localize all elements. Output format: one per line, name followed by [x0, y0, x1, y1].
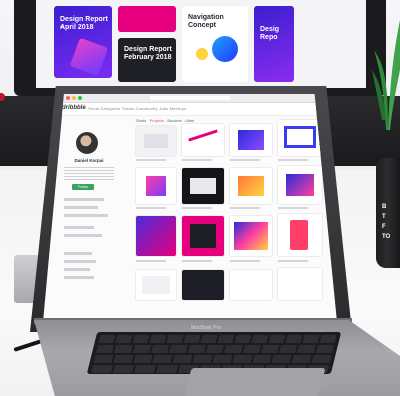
card-illustration: [69, 37, 109, 77]
shot-meta: [136, 260, 166, 262]
profile-link[interactable]: [64, 276, 94, 279]
shot-meta: [278, 260, 308, 262]
shot-meta: [230, 207, 260, 209]
card-title-line2: Concept: [188, 22, 216, 29]
shot-meta: [278, 159, 308, 161]
shot-thumbnail[interactable]: [278, 166, 322, 204]
avatar[interactable]: [76, 132, 98, 154]
shot-meta: [136, 207, 166, 209]
shot-thumbnail[interactable]: [136, 126, 176, 156]
close-dot-icon[interactable]: [66, 96, 70, 100]
shot-thumbnail[interactable]: [230, 168, 272, 204]
shot-thumbnail[interactable]: [278, 268, 322, 300]
shot-thumbnail[interactable]: [136, 270, 176, 300]
shot-thumbnail[interactable]: [230, 270, 272, 300]
key-row: [98, 335, 337, 343]
profile-stat: [64, 206, 98, 209]
card-title-line1: Navigation: [188, 14, 224, 21]
profile-stat: [64, 234, 102, 237]
site-nav-links[interactable]: Shots Designers Teams Community Jobs Mee…: [88, 106, 186, 111]
shot-meta: [182, 159, 212, 161]
external-monitor: Design Report – April 2018 Design Report…: [14, 0, 386, 96]
tab-likes[interactable]: Likes: [185, 118, 194, 123]
design-report-february-card: Design Report – February 2018: [118, 38, 176, 82]
shot-thumbnail[interactable]: [182, 216, 224, 256]
shot-meta: [230, 159, 260, 161]
card-title-line2: April 2018: [60, 24, 94, 31]
photo-scene: Design Report – April 2018 Design Report…: [0, 0, 400, 396]
model-label: MacBook Pro: [191, 325, 222, 331]
key-row: [93, 355, 332, 363]
navigation-concept-card: Navigation Concept: [182, 6, 248, 82]
profile-bio: [64, 167, 114, 181]
laptop-screen: dribbble Shots Designers Teams Community…: [43, 94, 337, 322]
profile-link[interactable]: [64, 260, 96, 263]
shot-meta: [182, 260, 212, 262]
shot-meta: [182, 207, 212, 209]
profile-name[interactable]: Daniel Korpai: [66, 158, 112, 163]
trackpad: [184, 368, 326, 396]
shot-thumbnail[interactable]: [136, 168, 176, 204]
minimize-dot-icon[interactable]: [72, 96, 76, 100]
tab-projects[interactable]: Projects: [150, 118, 164, 123]
plant-leaves: [372, 20, 400, 130]
mug-text-1: B: [382, 204, 387, 210]
follow-button[interactable]: Follow: [72, 184, 94, 190]
profile-link[interactable]: [64, 252, 92, 255]
black-mug: [376, 158, 400, 268]
mug-text-4: TO: [382, 234, 391, 240]
card-title-line2: Repo: [260, 34, 278, 41]
profile-stat: [64, 214, 108, 217]
shot-thumbnail[interactable]: [278, 214, 322, 256]
shot-thumbnail[interactable]: [230, 216, 272, 256]
profile-stat: [64, 198, 104, 201]
profile-sidebar: Daniel Korpai Follow: [60, 122, 118, 312]
profile-stat: [64, 226, 94, 229]
card-title-line1: Desig: [260, 26, 280, 33]
tab-buckets[interactable]: Buckets: [167, 118, 181, 123]
address-bar[interactable]: [150, 96, 230, 100]
shot-thumbnail[interactable]: [278, 120, 322, 156]
shot-meta: [278, 207, 308, 209]
shot-thumbnail[interactable]: [182, 124, 224, 156]
monitor-screen: Design Report – April 2018 Design Report…: [36, 0, 366, 88]
shot-thumbnail[interactable]: [136, 216, 176, 256]
pink-tile: [118, 6, 176, 32]
shot-thumbnail[interactable]: [230, 124, 272, 156]
maximize-dot-icon[interactable]: [78, 96, 82, 100]
card-title-line2: February 2018: [124, 54, 172, 61]
key-row: [96, 345, 335, 353]
shot-meta: [230, 260, 260, 262]
design-report-partial-card: Desig Repo: [254, 6, 294, 82]
browser-toolbar: [43, 94, 337, 103]
yellow-dot-graphic: [196, 48, 208, 60]
mug-text-2: T: [382, 214, 386, 220]
shot-thumbnail[interactable]: [182, 168, 224, 204]
site-logo[interactable]: dribbble: [62, 105, 86, 111]
shot-meta: [136, 159, 166, 161]
tab-shots[interactable]: Shots: [136, 118, 146, 123]
design-report-april-card: Design Report – April 2018: [54, 6, 112, 78]
shot-thumbnail[interactable]: [182, 270, 224, 300]
profile-tabs: Shots Projects Buckets Likes: [136, 118, 194, 123]
blue-circle-graphic: [212, 36, 238, 62]
mug-text-3: F: [382, 224, 386, 230]
profile-link[interactable]: [64, 268, 90, 271]
